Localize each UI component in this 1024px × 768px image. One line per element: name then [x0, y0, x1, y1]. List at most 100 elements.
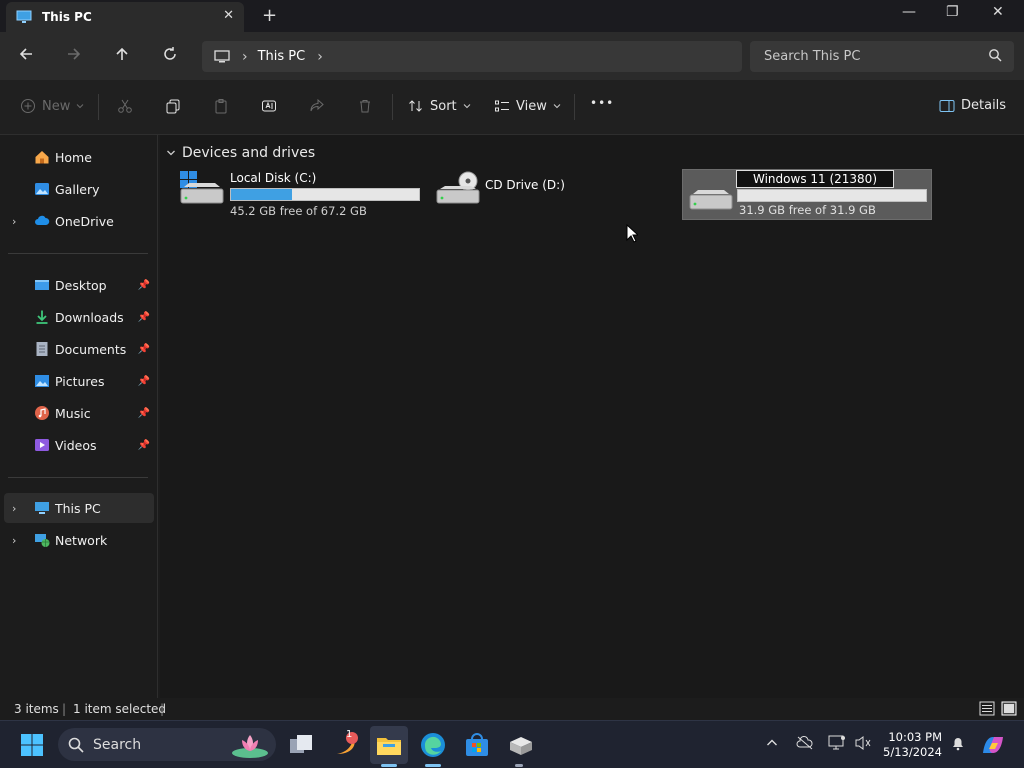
taskbar-search-label: Search [93, 736, 142, 753]
pin-icon[interactable]: 📌 [138, 344, 150, 355]
search-placeholder: Search This PC [764, 49, 861, 64]
close-window-button[interactable]: ✕ [992, 4, 1004, 20]
sidebar-item-documents[interactable]: Documents 📌 [4, 334, 154, 364]
sidebar-item-label: Network [55, 532, 108, 548]
cut-button[interactable] [117, 98, 133, 114]
group-header-devices[interactable]: Devices and drives [166, 145, 315, 161]
music-icon [35, 406, 49, 420]
delete-button[interactable] [357, 98, 373, 114]
drive-usage-bar [737, 189, 927, 202]
view-list-icon [495, 100, 509, 112]
notification-bell-icon[interactable] [950, 735, 966, 751]
sidebar-item-pictures[interactable]: Pictures 📌 [4, 366, 154, 396]
breadcrumb-chevron[interactable]: › [242, 49, 248, 65]
cd-drive-icon [436, 171, 480, 204]
arrow-left-icon [19, 48, 32, 60]
details-button[interactable]: Details [939, 98, 1006, 113]
pin-icon[interactable]: 📌 [138, 376, 150, 387]
system-clock[interactable]: 10:03 PM 5/13/2024 [878, 730, 942, 760]
view-button[interactable]: View [494, 98, 561, 114]
file-explorer-icon[interactable] [374, 730, 404, 760]
paste-button[interactable] [213, 98, 229, 114]
new-tab-button[interactable]: + [262, 5, 277, 26]
network-icon [35, 534, 50, 547]
content-pane: Devices and drives Local Disk (C:) 45.2 … [160, 135, 1024, 698]
refresh-icon [164, 47, 176, 60]
tiles-view-icon[interactable] [1001, 701, 1017, 716]
tab-this-pc[interactable]: This PC ✕ [6, 2, 244, 32]
sidebar-divider [8, 477, 148, 478]
task-view-icon[interactable] [286, 730, 316, 760]
sidebar-item-downloads[interactable]: Downloads 📌 [4, 302, 154, 332]
drive-d[interactable]: CD Drive (D:) [434, 169, 679, 219]
mouse-cursor-icon [626, 224, 638, 243]
chevron-right-icon[interactable]: › [12, 534, 16, 547]
sort-button[interactable]: Sort [408, 98, 471, 114]
minimize-button[interactable]: — [902, 4, 916, 20]
taskbar: Search 1 10:03 PM 5/13/2024 [0, 720, 1024, 768]
chevron-down-icon [553, 104, 561, 109]
address-bar[interactable]: › This PC › [202, 41, 742, 72]
sidebar-item-label: This PC [55, 500, 101, 516]
share-button[interactable] [309, 98, 325, 114]
forward-button[interactable] [66, 46, 82, 66]
gallery-icon [35, 183, 49, 195]
drive-windows-11[interactable]: 31.9 GB free of 31.9 GB Windows 11 (2138… [682, 169, 932, 220]
onedrive-offline-icon[interactable] [796, 735, 814, 751]
monitor-icon [214, 49, 230, 62]
details-view-icon[interactable] [979, 701, 995, 716]
taskbar-search[interactable]: Search [58, 728, 276, 761]
notification-badge: 1 [346, 729, 353, 740]
monitor-icon [16, 10, 32, 23]
sidebar-item-home[interactable]: Home [4, 142, 154, 172]
search-input[interactable]: Search This PC [750, 41, 1014, 72]
sidebar-item-onedrive[interactable]: › OneDrive [4, 206, 154, 236]
up-button[interactable] [114, 46, 130, 66]
command-separator [98, 94, 99, 120]
pin-icon[interactable]: 📌 [138, 408, 150, 419]
network-monitor-icon[interactable] [828, 735, 846, 751]
title-bar: This PC ✕ + — ❐ ✕ [0, 0, 1024, 32]
sidebar-item-desktop[interactable]: Desktop 📌 [4, 270, 154, 300]
sidebar-item-label: Downloads [55, 309, 124, 325]
rename-input[interactable]: Windows 11 (21380) [736, 170, 895, 188]
sidebar-item-label: Gallery [55, 181, 100, 197]
sidebar-item-videos[interactable]: Videos 📌 [4, 430, 154, 460]
tab-close-button[interactable]: ✕ [223, 8, 234, 23]
pin-icon[interactable]: 📌 [138, 280, 150, 291]
sidebar-item-label: Documents [55, 341, 127, 357]
sidebar-item-music[interactable]: Music 📌 [4, 398, 154, 428]
rename-button[interactable] [261, 98, 277, 114]
edge-browser-icon[interactable] [418, 730, 448, 760]
chevron-right-icon[interactable]: › [12, 502, 16, 515]
more-options-button[interactable]: ••• [590, 96, 614, 110]
new-label: New [42, 98, 71, 114]
chevron-up-icon[interactable] [766, 737, 778, 749]
refresh-button[interactable] [162, 46, 178, 66]
breadcrumb-chevron-trailing[interactable]: › [317, 49, 323, 65]
pin-icon[interactable]: 📌 [138, 312, 150, 323]
sidebar-item-this-pc[interactable]: › This PC [4, 493, 154, 523]
copilot-icon[interactable] [980, 733, 1006, 757]
new-button[interactable]: New [20, 98, 84, 114]
sidebar-item-label: Home [55, 149, 92, 165]
scissors-icon [118, 99, 132, 113]
back-button[interactable] [18, 46, 34, 66]
windows-start-icon[interactable] [20, 733, 44, 757]
items-count: 3 items [14, 702, 59, 716]
volume-muted-icon[interactable] [854, 735, 872, 751]
sidebar-item-gallery[interactable]: Gallery [4, 174, 154, 204]
pin-icon[interactable]: 📌 [138, 440, 150, 451]
video-icon [35, 439, 49, 451]
sidebar-item-network[interactable]: › Network [4, 525, 154, 555]
command-bar: New Sort View ••• Details [0, 80, 1024, 135]
maximize-button[interactable]: ❐ [946, 4, 959, 20]
setup-installer-icon[interactable] [506, 730, 536, 760]
monitor-icon [35, 502, 49, 514]
clock-date: 5/13/2024 [883, 745, 942, 759]
breadcrumb-this-pc[interactable]: This PC [258, 49, 306, 64]
chevron-right-icon[interactable]: › [12, 215, 16, 228]
copy-button[interactable] [165, 98, 181, 114]
store-icon[interactable] [462, 730, 492, 760]
drive-c[interactable]: Local Disk (C:) 45.2 GB free of 67.2 GB [178, 169, 423, 219]
